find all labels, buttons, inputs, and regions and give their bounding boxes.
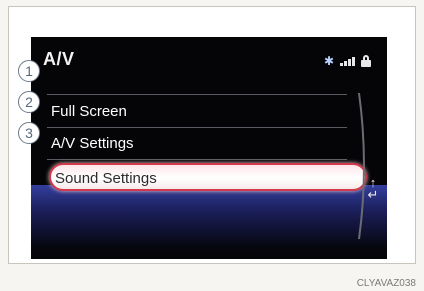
signal-bars-icon <box>340 56 355 66</box>
illustration-frame: A/V ✱ Full Screen A/V Settings Sound Set… <box>8 6 416 264</box>
status-bar: ✱ <box>324 55 371 67</box>
menu-item-label: A/V Settings <box>51 135 134 152</box>
menu-item-av-settings[interactable]: A/V Settings <box>47 131 347 157</box>
divider <box>47 159 347 160</box>
screen-title: A/V <box>43 49 75 69</box>
callout-number: 3 <box>18 122 40 144</box>
menu-item-full-screen[interactable]: Full Screen <box>47 99 347 125</box>
menu-item-sound-settings[interactable]: Sound Settings <box>49 163 367 191</box>
callout-number: 1 <box>18 60 40 82</box>
menu-item-label: Sound Settings <box>55 170 157 187</box>
blue-glow-background <box>31 185 387 259</box>
figure-caption: CLYAVAZ038 <box>356 278 416 289</box>
lock-icon <box>361 55 371 67</box>
back-arrow-icon[interactable]: ↑ ↵ <box>365 176 381 201</box>
callout-number: 2 <box>18 91 40 113</box>
display-screen: A/V ✱ Full Screen A/V Settings Sound Set… <box>31 37 387 259</box>
scroll-arc[interactable] <box>357 91 371 241</box>
menu-item-label: Full Screen <box>51 103 127 120</box>
divider <box>47 127 347 128</box>
divider <box>47 94 347 95</box>
bluetooth-icon: ✱ <box>323 54 334 68</box>
